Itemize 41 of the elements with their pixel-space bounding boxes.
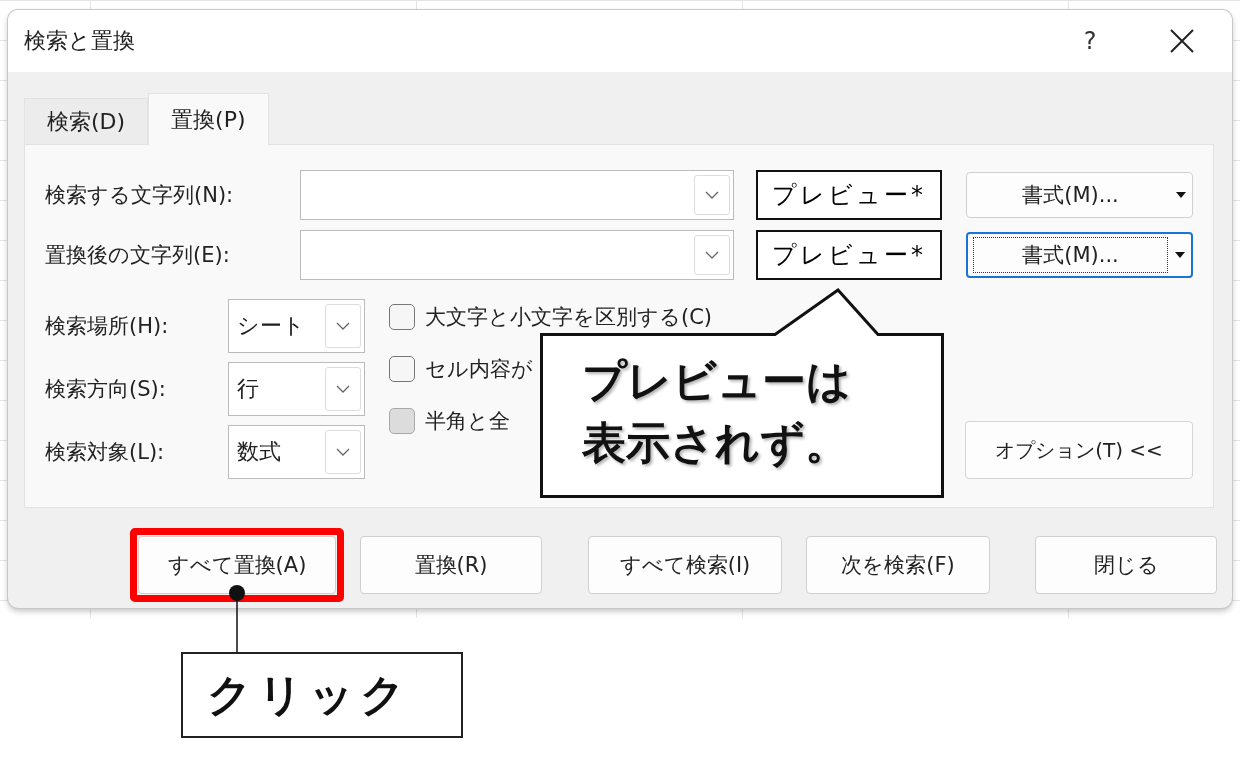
checkbox[interactable] <box>389 356 415 382</box>
field-label: 検索する文字列(N): <box>45 182 235 209</box>
chevron-down-icon <box>705 251 719 259</box>
option-label: 検索対象(L): <box>45 439 166 466</box>
dialog-button[interactable]: 閉じる <box>1035 536 1217 594</box>
chevron-down-icon <box>336 322 350 330</box>
dropdown-field[interactable]: 行 <box>228 362 365 416</box>
callout-line: プレビューは <box>582 354 851 408</box>
checkbox-label: 大文字と小文字を区別する(C) <box>425 304 713 331</box>
format-button[interactable]: 書式(M)... <box>966 232 1193 278</box>
chevron-down-icon <box>336 385 350 393</box>
format-preview: プレビュー* <box>756 170 942 220</box>
combo-field[interactable] <box>300 230 734 280</box>
checkbox-label: 半角と全 <box>425 408 510 435</box>
help-button[interactable]: ? <box>1070 26 1110 56</box>
close-icon <box>1170 29 1194 53</box>
option-label: 検索方向(S): <box>45 376 167 403</box>
dialog-button[interactable]: 次を検索(F) <box>806 536 990 594</box>
caret-icon <box>1176 192 1186 198</box>
options-button[interactable]: オプション(T) << <box>965 421 1193 479</box>
tab[interactable]: 置換(P) <box>148 93 269 145</box>
format-button[interactable]: 書式(M)... <box>966 172 1193 218</box>
dialog-button[interactable]: 置換(R) <box>360 536 542 594</box>
tab[interactable]: 検索(D) <box>24 98 149 144</box>
chevron-down-icon <box>705 191 719 199</box>
combo-field[interactable] <box>300 170 734 220</box>
dialog-button[interactable]: すべて検索(I) <box>588 536 782 594</box>
option-label: 検索場所(H): <box>45 313 170 340</box>
leader-line <box>229 585 245 653</box>
checkbox[interactable] <box>389 304 415 330</box>
dropdown-field[interactable]: 数式 <box>228 425 365 479</box>
checkbox-label: セル内容が <box>425 356 533 383</box>
dialog-button[interactable]: すべて置換(A) <box>138 536 336 594</box>
caret-icon <box>1175 252 1185 258</box>
dropdown-field[interactable]: シート <box>228 299 365 353</box>
field-label: 置換後の文字列(E): <box>45 242 231 269</box>
window-title: 検索と置換 <box>24 27 136 55</box>
callout-line: 表示されず。 <box>582 416 849 470</box>
click-label: クリック <box>181 652 463 738</box>
format-preview: プレビュー* <box>756 230 942 280</box>
chevron-down-icon <box>336 448 350 456</box>
